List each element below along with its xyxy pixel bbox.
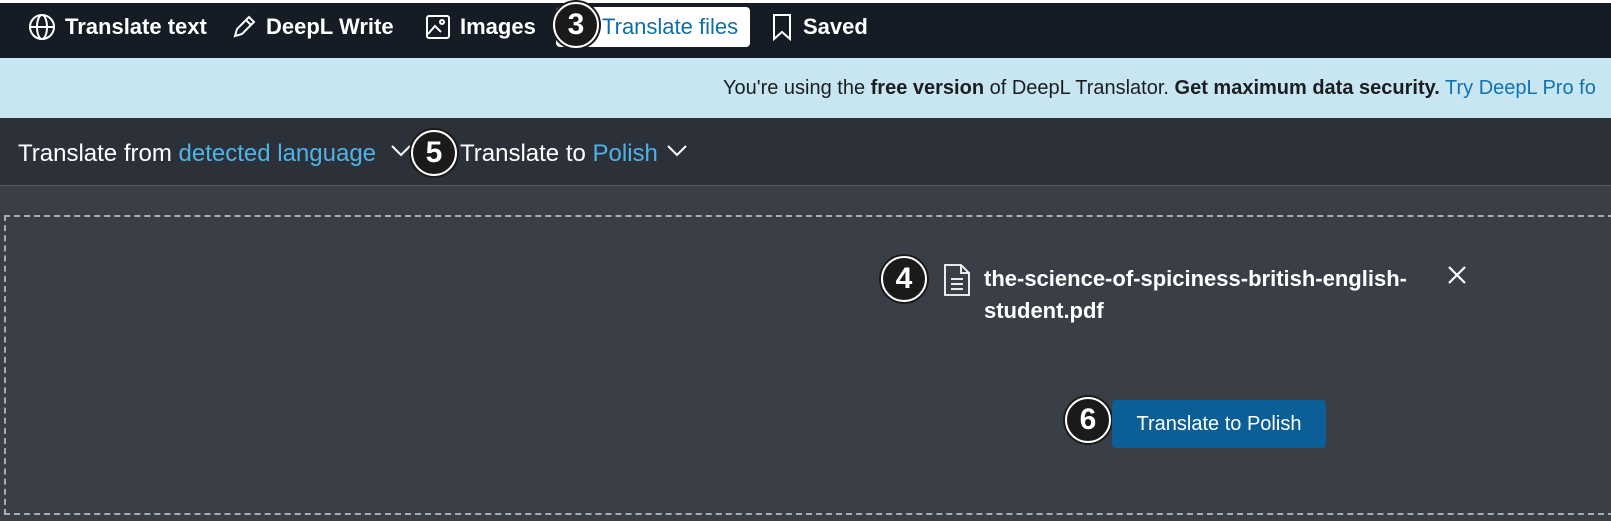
try-deepl-pro-link[interactable]: Try DeepL Pro fo bbox=[1445, 77, 1596, 99]
close-icon[interactable] bbox=[1447, 265, 1467, 285]
language-bar: Translate from detected language Transla… bbox=[0, 118, 1611, 186]
tab-saved[interactable]: Saved bbox=[770, 7, 868, 47]
translate-to-polish-button[interactable]: Translate to Polish bbox=[1112, 400, 1326, 448]
step-marker-6: 6 bbox=[1065, 397, 1111, 443]
image-icon bbox=[426, 15, 450, 39]
chevron-down-icon[interactable] bbox=[666, 144, 688, 158]
tab-label: Translate files bbox=[602, 14, 739, 39]
step-marker-4: 4 bbox=[881, 256, 927, 302]
top-nav-bar: Translate text DeepL Write Images Transl… bbox=[0, 0, 1611, 58]
chevron-down-icon[interactable] bbox=[390, 144, 412, 158]
globe-icon bbox=[29, 14, 55, 40]
step-marker-3: 3 bbox=[553, 2, 599, 48]
bookmark-icon bbox=[773, 14, 791, 41]
tab-label: Images bbox=[460, 14, 536, 39]
source-language-selector[interactable]: Translate from detected language bbox=[18, 140, 376, 168]
step-marker-5: 5 bbox=[411, 130, 457, 176]
target-language-value: Polish bbox=[592, 140, 658, 167]
pencil-icon bbox=[233, 15, 256, 38]
source-language-value: detected language bbox=[178, 140, 377, 167]
free-version-banner: You're using the free version of DeepL T… bbox=[0, 58, 1611, 118]
tab-translate-text[interactable]: Translate text bbox=[28, 7, 207, 47]
tab-deepl-write[interactable]: DeepL Write bbox=[231, 7, 394, 47]
tab-label: Translate text bbox=[65, 14, 207, 39]
tab-label: DeepL Write bbox=[266, 14, 394, 39]
file-name: the-science-of-spiciness-british-english… bbox=[984, 266, 1407, 323]
target-language-selector[interactable]: Translate to Polish bbox=[460, 140, 658, 168]
banner-text: You're using the free version of DeepL T… bbox=[723, 77, 1596, 99]
document-icon bbox=[944, 264, 970, 296]
file-drop-zone[interactable] bbox=[4, 215, 1611, 515]
tab-label: Saved bbox=[803, 14, 868, 39]
tab-images[interactable]: Images bbox=[425, 7, 536, 47]
